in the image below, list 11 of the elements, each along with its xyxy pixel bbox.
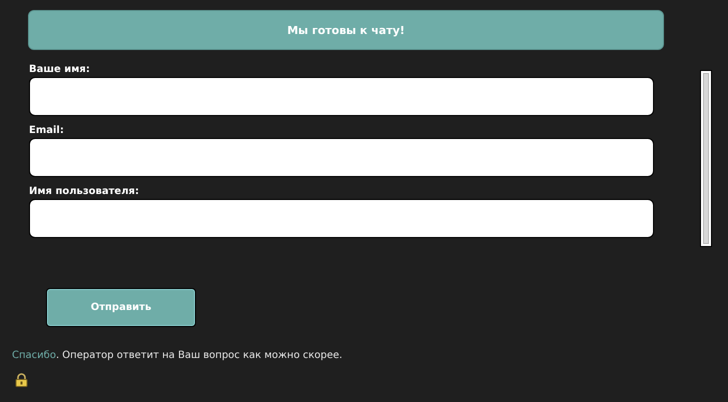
field-label: Ваше имя: (29, 63, 91, 77)
chat-ready-banner: Мы готовы к чату! (28, 10, 664, 50)
field-label: Имя пользователя: (29, 185, 140, 199)
thanks-link[interactable]: Спасибо (12, 350, 56, 361)
footer-message: Спасибо. Оператор ответит на Ваш вопрос как можно скорее. (12, 350, 344, 361)
lock-icon (15, 373, 28, 387)
input-field[interactable] (29, 138, 654, 177)
field-label: Email: (29, 124, 65, 138)
input-field[interactable] (29, 77, 654, 116)
scrollbar[interactable] (700, 70, 712, 247)
input-field[interactable] (29, 199, 654, 238)
